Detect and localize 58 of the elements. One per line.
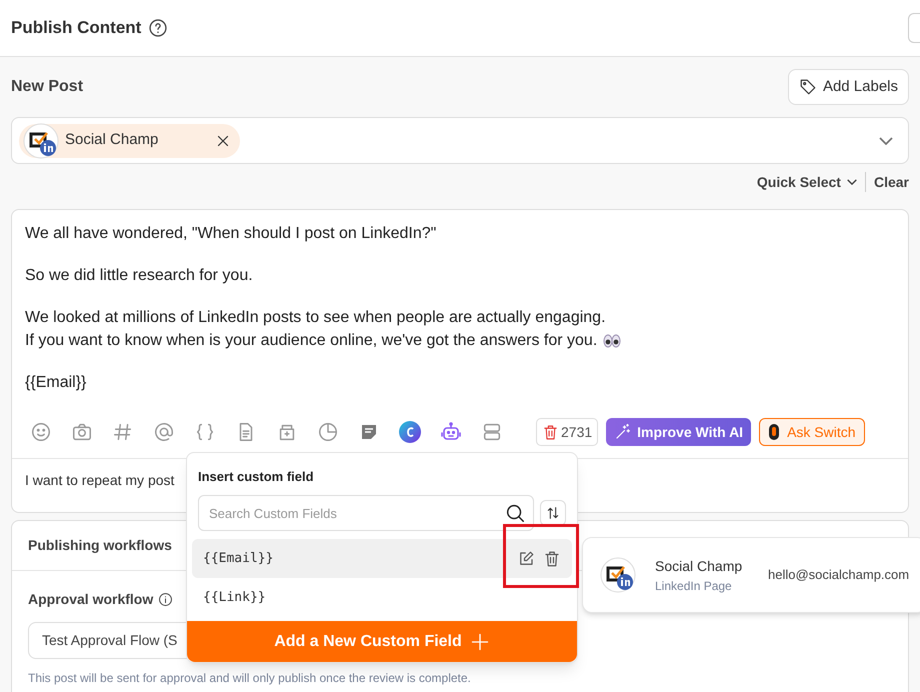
stacked-rows-icon	[481, 421, 503, 443]
trash-icon	[542, 424, 559, 440]
emoji-icon	[30, 421, 52, 443]
quick-select-button[interactable]: Quick Select	[756, 172, 857, 192]
capsule-icon	[768, 423, 780, 441]
hashtag-icon	[112, 421, 134, 443]
profile-type: LinkedIn Page	[655, 578, 733, 594]
profile-name: Social Champ	[655, 556, 744, 576]
note-icon	[359, 422, 379, 442]
post-text: If you want to know when is your audience online, we've got the answers for you.	[25, 331, 598, 351]
add-labels-button[interactable]: Add Labels	[788, 69, 909, 105]
camera-icon	[71, 421, 93, 443]
account-name: Social Champ	[65, 130, 158, 150]
eyes-icon	[603, 334, 622, 348]
account-logo-icon	[23, 122, 59, 158]
improve-ai-button[interactable]: Improve With AI	[606, 418, 752, 446]
workflows-title: Publishing workflows	[28, 536, 172, 555]
panel-button[interactable]	[908, 13, 920, 43]
character-count: 2731	[561, 422, 592, 442]
profile-logo-icon	[600, 557, 636, 593]
magic-wand-icon	[614, 423, 632, 441]
post-text: We all have wondered, "When should I post on LinkedIn?"	[25, 224, 436, 244]
info-icon	[158, 592, 174, 607]
chevron-down-icon	[846, 179, 857, 185]
braces-icon	[194, 421, 216, 443]
post-text: So we did little research for you.	[25, 266, 253, 286]
clear-button[interactable]: Clear	[874, 172, 909, 192]
popup-title: Insert custom field	[198, 469, 314, 484]
search-field[interactable]: Search Custom Fields	[198, 495, 534, 531]
custom-field-item[interactable]: {{Email}}	[192, 539, 572, 578]
sort-button[interactable]	[540, 500, 566, 526]
search-icon	[504, 502, 526, 524]
canva-button[interactable]	[396, 418, 424, 446]
section-title: New Post	[11, 77, 84, 97]
sort-icon	[545, 505, 561, 521]
account-selector[interactable]: Social Champ	[11, 117, 909, 164]
edit-icon	[517, 550, 535, 568]
post-text: {{Email}}	[25, 373, 86, 393]
page-title: Publish Content	[11, 17, 142, 40]
mention-icon	[153, 421, 175, 443]
help-icon	[148, 18, 168, 38]
profile-email: hello@socialchamp.com	[768, 566, 910, 584]
repeat-post-text: I want to repeat my post	[25, 471, 174, 490]
approval-label: Approval workflow	[28, 590, 154, 609]
letter-circle-icon	[399, 421, 421, 443]
trash-icon	[543, 550, 561, 568]
custom-field-label: {{Email}}	[203, 550, 274, 568]
custom-field-label: {{Link}}	[203, 588, 267, 607]
custom-field-item[interactable]: {{Link}}	[192, 578, 572, 617]
plus-icon	[470, 632, 490, 652]
post-text: We looked at millions of LinkedIn posts to see when people are actually engaging.	[25, 308, 606, 328]
delete-button[interactable]	[543, 550, 561, 568]
edit-button[interactable]	[517, 550, 535, 568]
pie-chart-icon	[317, 421, 339, 443]
chevron-down-icon	[879, 136, 893, 144]
approval-note: This post will be sent for approval and will only publish once the review is complete.	[28, 670, 472, 687]
account-chip[interactable]: Social Champ	[19, 124, 240, 158]
tag-icon	[798, 78, 817, 96]
